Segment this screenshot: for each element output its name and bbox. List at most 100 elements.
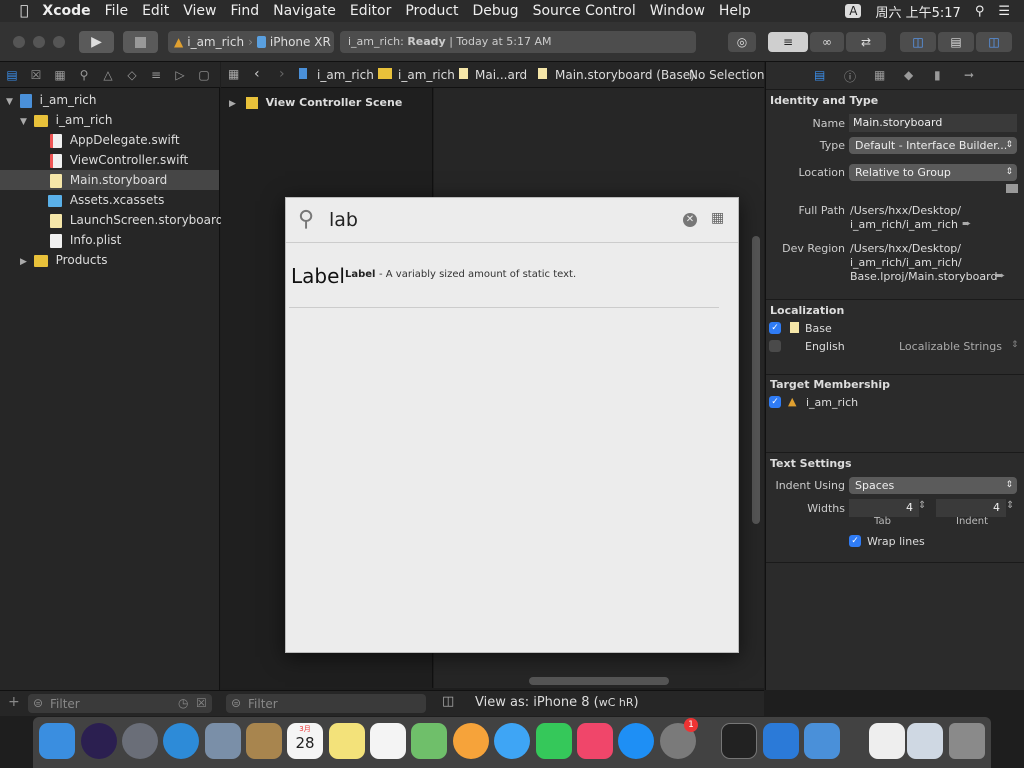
navigator-item-launchscreen[interactable]: LaunchScreen.storyboard [0,210,223,230]
breadcrumb-file[interactable]: Mai...ard [475,68,527,82]
wrap-lines-checkbox[interactable]: ✓ [849,535,861,547]
source-control-filter-icon[interactable]: ☒ [196,696,207,710]
xcode-icon[interactable] [763,723,799,759]
horizontal-scrollbar[interactable] [529,677,669,685]
mail-icon[interactable] [205,723,241,759]
toggle-navigator-button[interactable]: ◫ [900,32,936,52]
stop-button[interactable] [123,31,158,53]
indent-width-stepper[interactable]: ⇕ [1006,500,1014,511]
launchpad-icon[interactable] [122,723,158,759]
symbol-navigator-icon[interactable]: ▦ [48,68,72,82]
scheme-selector[interactable]: ▲ i_am_rich › iPhone XR [168,31,334,53]
disclosure-open-icon[interactable]: ▼ [6,92,16,112]
maps-icon[interactable] [411,723,447,759]
breadcrumb-project[interactable]: i_am_rich [317,68,374,82]
clock[interactable]: 周六 上午5:17 [875,2,960,21]
screenshot-icon[interactable] [907,723,943,759]
menu-debug[interactable]: Debug [473,3,519,19]
vertical-scrollbar[interactable] [752,236,760,524]
menu-app[interactable]: Xcode [42,3,90,19]
name-field[interactable]: Main.storyboard [849,114,1017,132]
zoom-window-button[interactable] [53,36,65,48]
navigator-item-infoplist[interactable]: Info.plist [0,230,219,250]
english-localization-type[interactable]: Localizable Strings [899,340,1002,353]
close-window-button[interactable] [13,36,25,48]
find-navigator-icon[interactable]: ⚲ [72,68,96,82]
menu-file[interactable]: File [105,3,128,19]
simulator-icon[interactable] [804,723,840,759]
navigator-item-main-storyboard[interactable]: Main.storyboard [0,170,219,190]
report-navigator-icon[interactable]: ▢ [192,68,216,82]
minimize-window-button[interactable] [33,36,45,48]
run-button[interactable]: ▶ [79,31,114,53]
file-inspector-icon[interactable]: ▤ [814,68,825,82]
menu-find[interactable]: Find [230,3,259,19]
back-arrow-icon[interactable]: ‹ [254,66,260,82]
library-button[interactable]: ◎ [728,32,756,52]
grid-view-icon[interactable]: ▦ [711,210,724,226]
library-result-label[interactable]: Label Label - A variably sized amount of… [286,256,738,296]
reveal-in-finder-icon[interactable]: ➨ [962,217,971,230]
reveal-dev-region-icon[interactable]: ➨ [996,269,1005,282]
indent-using-popup[interactable]: Spaces ⇕ [849,477,1017,494]
target-checkbox[interactable]: ✓ [769,396,781,408]
calendar-icon[interactable]: 3月 28 [287,723,323,759]
type-popup[interactable]: Default - Interface Builder... ⇕ [849,137,1017,154]
project-navigator-icon[interactable]: ▤ [0,68,24,82]
breadcrumb-selection[interactable]: No Selection [689,68,764,82]
menu-window[interactable]: Window [650,3,705,19]
navigator-item-viewcontroller[interactable]: ViewController.swift [0,150,219,170]
identity-inspector-icon[interactable]: ▦ [874,68,885,82]
assistant-editor-button[interactable]: ∞ [810,32,844,52]
quick-help-icon[interactable]: ⓘ [844,68,856,85]
navigator-item-appdelegate[interactable]: AppDelegate.swift [0,130,219,150]
finder-icon[interactable] [39,723,75,759]
notification-center-icon[interactable]: ☰ [998,4,1010,19]
contacts-icon[interactable] [246,723,282,759]
related-items-icon[interactable]: ▦ [228,67,239,81]
navigator-item-products[interactable]: ▶ Products [0,250,219,270]
navigator-filter-field[interactable]: ⊜ Filter ◷ ☒ [28,694,212,713]
toggle-inspector-button[interactable]: ◫ [976,32,1012,52]
recent-files-icon[interactable]: ◷ [178,696,188,710]
breakpoint-navigator-icon[interactable]: ▷ [168,68,192,82]
forward-arrow-icon[interactable]: › [279,66,285,82]
facetime-icon[interactable] [536,723,572,759]
safari-icon[interactable] [163,723,199,759]
test-navigator-icon[interactable]: ◇ [120,68,144,82]
breadcrumb-base[interactable]: Main.storyboard (Base) [555,68,695,82]
trash-icon[interactable] [949,723,985,759]
indent-width-field[interactable]: 4 [936,499,1006,517]
toggle-outline-icon[interactable]: ◫ [442,694,454,709]
add-icon[interactable]: + [8,694,20,710]
photos-icon[interactable] [453,723,489,759]
disclosure-closed-icon[interactable]: ▶ [229,99,236,109]
issue-navigator-icon[interactable]: △ [96,68,120,82]
messages-icon[interactable] [494,723,530,759]
tab-width-stepper[interactable]: ⇕ [918,500,926,511]
version-editor-button[interactable]: ⇄ [846,32,886,52]
location-popup[interactable]: Relative to Group ⇕ [849,164,1017,181]
navigator-item-assets[interactable]: Assets.xcassets [0,190,219,210]
menu-product[interactable]: Product [405,3,458,19]
view-as-device[interactable]: View as: iPhone 8 (wC hR) [475,695,639,710]
apple-menu-icon[interactable]:  [20,3,28,19]
reminders-icon[interactable] [370,723,406,759]
choose-location-folder-icon[interactable] [1006,184,1018,193]
navigator-item-project[interactable]: ▼ i_am_rich [0,90,219,110]
terminal-icon[interactable] [721,723,757,759]
menu-source-control[interactable]: Source Control [533,3,636,19]
breadcrumb-group[interactable]: i_am_rich [398,68,455,82]
siri-icon[interactable] [81,723,117,759]
app-store-icon[interactable] [618,723,654,759]
attributes-inspector-icon[interactable]: ◆ [904,68,913,82]
library-search-input[interactable]: lab [329,209,358,231]
document-icon[interactable] [869,723,905,759]
itunes-icon[interactable] [577,723,613,759]
standard-editor-button[interactable]: ≡ [768,32,808,52]
menu-edit[interactable]: Edit [142,3,169,19]
outline-filter-field[interactable]: ⊜ Filter [226,694,426,713]
menu-navigate[interactable]: Navigate [273,3,336,19]
source-control-navigator-icon[interactable]: ☒ [24,68,48,82]
debug-navigator-icon[interactable]: ≡ [144,68,168,82]
